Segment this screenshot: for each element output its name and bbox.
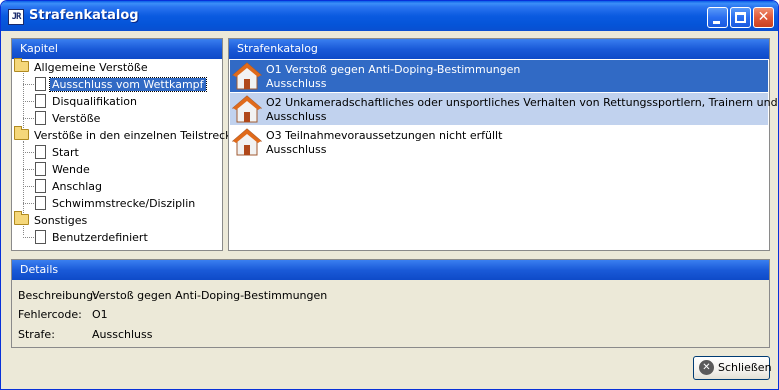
document-icon <box>35 94 46 108</box>
strafenkatalog-window: JR Strafenkatalog ✕ Kapitel Allgemeine V… <box>0 0 779 390</box>
house-icon <box>232 62 262 90</box>
tree-item-start[interactable]: Start <box>35 144 81 161</box>
tree-item-ausschluss-vom-wettkampf[interactable]: Ausschluss vom Wettkampf <box>35 76 207 93</box>
details-header: Details <box>12 260 769 280</box>
folder-icon <box>14 58 29 72</box>
document-icon <box>35 77 46 91</box>
window-title: Strafenkatalog <box>29 8 139 23</box>
beschreibung-value: Verstoß gegen Anti-Doping-Bestimmungen <box>92 289 328 302</box>
tree-connector <box>23 203 34 204</box>
list-item-o1[interactable]: O1 Verstoß gegen Anti-Doping-Bestimmunge… <box>230 60 768 92</box>
tree-item-label: Ausschluss vom Wettkampf <box>49 77 207 92</box>
close-circle-icon: ✕ <box>699 360 714 375</box>
tree-item-wende[interactable]: Wende <box>35 161 92 178</box>
app-icon: JR <box>8 9 24 25</box>
strafe-label: Strafe: <box>18 328 55 341</box>
tree-connector <box>23 101 34 102</box>
tree-folder-teilstrecken[interactable]: Verstöße in den einzelnen Teilstrecken <box>14 126 247 144</box>
tree-connector <box>23 118 34 119</box>
tree-connector <box>23 152 34 153</box>
kapitel-panel: Kapitel Allgemeine Verstöße Ausschluss v… <box>11 38 245 251</box>
schliessen-label: Schließen <box>718 361 772 374</box>
list-item-title: O3 Teilnahmevoraussetzungen nicht erfüll… <box>266 129 503 142</box>
strafenkatalog-header: Strafenkatalog <box>229 39 769 59</box>
maximize-button[interactable] <box>730 7 751 28</box>
list-item-title: O1 Verstoß gegen Anti-Doping-Bestimmunge… <box>266 63 521 76</box>
tree-folder-allgemeine-verstoesse[interactable]: Allgemeine Verstöße <box>14 58 150 76</box>
tree-connector <box>23 73 24 132</box>
document-icon <box>35 111 46 125</box>
document-icon <box>35 196 46 210</box>
title-bar[interactable]: JR Strafenkatalog ✕ <box>1 1 778 31</box>
list-item-title: O2 Unkameradschaftliches oder unsportlic… <box>266 96 779 109</box>
tree-item-label: Wende <box>52 163 90 176</box>
folder-icon <box>14 126 29 140</box>
minimize-button[interactable] <box>707 7 728 28</box>
list-item-o2[interactable]: O2 Unkameradschaftliches oder unsportlic… <box>230 93 778 125</box>
close-icon: ✕ <box>757 9 770 25</box>
close-window-button[interactable]: ✕ <box>753 7 774 28</box>
tree-folder-label: Sonstiges <box>34 214 88 227</box>
list-item-subtitle: Ausschluss <box>266 110 327 123</box>
tree-item-label: Anschlag <box>52 180 103 193</box>
tree-item-verstoesse[interactable]: Verstöße <box>35 110 102 127</box>
tree-item-disqualifikation[interactable]: Disqualifikation <box>35 93 139 110</box>
tree-folder-label: Allgemeine Verstöße <box>34 61 148 74</box>
minimize-icon <box>713 21 720 24</box>
tree-item-label: Benutzerdefiniert <box>52 231 148 244</box>
strafe-value: Ausschluss <box>92 328 153 341</box>
tree-connector <box>23 169 34 170</box>
maximize-icon <box>735 12 746 23</box>
tree-item-anschlag[interactable]: Anschlag <box>35 178 104 195</box>
document-icon <box>35 145 46 159</box>
tree-item-label: Disqualifikation <box>52 95 137 108</box>
kapitel-header: Kapitel <box>12 39 222 59</box>
folder-icon <box>14 211 29 225</box>
fehlercode-value: O1 <box>92 308 108 321</box>
tree-connector <box>23 186 34 187</box>
tree-item-label: Start <box>52 146 79 159</box>
tree-item-label: Verstöße <box>52 112 101 125</box>
strafenkatalog-panel: Strafenkatalog O1 Verstoß gegen Anti-Dop… <box>228 38 778 251</box>
house-icon <box>232 128 262 156</box>
tree-folder-label: Verstöße in den einzelnen Teilstrecken <box>34 129 245 142</box>
tree-item-label: Schwimmstrecke/Disziplin <box>52 197 196 210</box>
tree-connector <box>23 237 34 238</box>
house-icon <box>232 95 262 123</box>
beschreibung-label: Beschreibung: <box>18 289 97 302</box>
document-icon <box>35 162 46 176</box>
details-panel: Details Beschreibung: Verstoß gegen Anti… <box>11 259 770 348</box>
tree-item-schwimmstrecke[interactable]: Schwimmstrecke/Disziplin <box>35 195 197 212</box>
document-icon <box>35 179 46 193</box>
tree-folder-sonstiges[interactable]: Sonstiges <box>14 211 89 229</box>
list-item-subtitle: Ausschluss <box>266 77 327 90</box>
list-item-o3[interactable]: O3 Teilnahmevoraussetzungen nicht erfüll… <box>230 126 768 158</box>
list-item-subtitle: Ausschluss <box>266 143 327 156</box>
tree-item-benutzerdefiniert[interactable]: Benutzerdefiniert <box>35 229 150 246</box>
document-icon <box>35 230 46 244</box>
fehlercode-label: Fehlercode: <box>18 308 82 321</box>
schliessen-button[interactable]: ✕ Schließen <box>693 356 772 380</box>
tree-connector <box>23 84 34 85</box>
